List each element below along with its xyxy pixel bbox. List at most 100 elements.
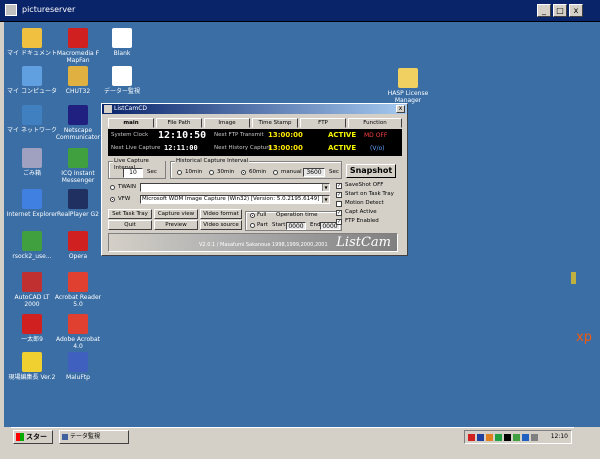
desktop-icon[interactable]: HASP License Manager [380,68,436,104]
quit-button[interactable]: Quit [108,220,152,230]
live-interval-group: Live Capture Interval 10 Sec [108,158,166,179]
radio-manual-label: manual [281,169,302,175]
start-button[interactable]: スタート [13,430,53,453]
radio-manual[interactable] [273,170,278,175]
resize-handle[interactable] [571,272,576,284]
desktop-icon[interactable]: ごみ箱 [6,148,58,177]
desktop-icon[interactable]: MaluFtp [52,352,104,381]
speaker-icon[interactable] [531,434,538,441]
macromedia-icon [68,28,88,48]
desktop-icon-label: マイ コンピュータ [7,88,57,95]
desktop-icon-label: AutoCAD LT 2000 [14,294,50,308]
close-button[interactable]: x [569,4,583,17]
windows-flag-icon [16,433,24,441]
radio-twain[interactable] [110,185,115,190]
minimize-button[interactable]: _ [537,4,551,17]
app-icon [5,4,17,16]
op-part-label: Part [257,222,268,228]
capture-view-button[interactable]: Capture view [154,209,198,219]
title-bar[interactable]: pictureserver _ □ x [0,0,600,22]
desktop-icon-label: Opera [68,253,88,260]
desktop-icon[interactable]: RealPlayer G2 [52,189,104,218]
acrobat-icon [68,272,88,292]
ftp-enabled-label: FTP Enabled [345,218,379,224]
tab-file-path[interactable]: File Path [156,118,202,128]
camera-icon [104,105,112,113]
tray-icon[interactable] [504,434,511,441]
snapshot-button[interactable]: Snapshot [346,164,396,178]
checkbox-motion-detect[interactable] [336,201,342,207]
desktop-icon[interactable]: ICQ Instant Messenger [52,148,104,184]
set-task-tray-button[interactable]: Set Task Tray [108,209,152,219]
remote-desktop-window: pictureserver _ □ x マイ ドキュメント マイ コンピュータ … [0,0,600,459]
radio-op-full[interactable] [250,213,255,218]
next-live-label: Next Live Capture [111,145,161,151]
desktop-icon-label: 現場編集長 Ver.2 [8,374,56,381]
radio-10min[interactable] [177,170,182,175]
desktop-icon[interactable]: AutoCAD LT 2000 [6,272,58,308]
live-interval-input[interactable]: 10 [123,168,143,178]
desktop-icon[interactable]: Opera [52,231,104,260]
desktop-icon[interactable]: 一太郎9 [6,314,58,343]
video-source-button[interactable]: Video source [200,220,242,230]
desktop-icon[interactable]: Adobe Acrobat 4.0 [52,314,104,350]
desktop-icon[interactable]: Blank [96,28,148,57]
vfw-source-select[interactable]: Microsoft WDM Image Capture (Win32) [Ver… [140,195,330,204]
tab-function[interactable]: Function [348,118,402,128]
tab-time-stamp[interactable]: Time Stamp [252,118,298,128]
desktop-icon[interactable]: 現場編集長 Ver.2 [6,352,58,381]
chevron-down-icon: ▼ [322,184,329,191]
listcam-banner: V2.0.1 / Masafumi Sakanoue 1998,1999,200… [108,233,398,252]
radio-60min[interactable] [241,170,246,175]
radio-30min[interactable] [209,170,214,175]
tab-ftp[interactable]: FTP [300,118,346,128]
taskbar-item[interactable]: テータ監視 [59,430,129,444]
tab-image[interactable]: Image [204,118,250,128]
desktop-icon[interactable]: マイ ネットワーク [6,105,58,134]
side-strip [574,22,600,427]
listcam-title-bar[interactable]: ListCamCD x [102,104,407,114]
restore-button[interactable]: □ [553,4,567,17]
internet-explorer-icon [22,189,42,209]
tray-icon[interactable] [486,434,493,441]
icq-icon [68,148,88,168]
bottom-frame [0,445,600,459]
radio-10min-label: 10min [185,169,203,175]
desktop-icon[interactable]: Internet Explorer [6,189,58,218]
tray-icon[interactable] [477,434,484,441]
radio-vfw[interactable] [110,197,115,202]
radio-60min-label: 60min [249,169,267,175]
checkbox-saveshot-off[interactable]: ✓ [336,183,342,189]
desktop-icon[interactable]: マイ コンピュータ [6,66,58,95]
desktop-icon-label: 一太郎9 [21,336,43,343]
desktop-icon[interactable]: データー監視 [96,66,148,95]
op-start-input[interactable]: 0000 [286,222,306,230]
desktop-icon[interactable]: rsock2_use... [6,231,58,260]
tray-icon[interactable] [513,434,520,441]
radio-op-part[interactable] [250,223,255,228]
preview-button[interactable]: Preview [154,220,198,230]
xp-label: xp [576,330,592,345]
twain-source-select[interactable]: ▼ [140,183,330,192]
tray-icon[interactable] [468,434,475,441]
ftp-icon [68,352,88,372]
video-format-button[interactable]: Video format [200,209,242,219]
checkbox-ftp-enabled[interactable]: ✓ [336,219,342,225]
desktop-icon[interactable]: Netscape Communicator [52,105,104,141]
tab-main[interactable]: main [108,118,154,128]
checkbox-capt-active[interactable]: ✓ [336,210,342,216]
taskbar-item-label: テータ監視 [70,433,101,440]
desktop-icon[interactable]: マイ ドキュメント [6,28,58,57]
manual-interval-input[interactable]: 3600 [303,168,325,177]
system-tray: 12:10 [464,430,572,444]
folder-icon [398,68,418,88]
autocad-icon [22,272,42,292]
desktop-icon[interactable]: Acrobat Reader 5.0 [52,272,104,308]
checkbox-start-on-task-tray[interactable]: ✓ [336,192,342,198]
acrobat-icon [68,314,88,334]
listcam-close-button[interactable]: x [396,105,405,113]
system-clock-label: System Clock [111,132,149,138]
tray-icon[interactable] [495,434,502,441]
tray-icon[interactable] [522,434,529,441]
history-interval-unit: Sec [329,169,339,175]
